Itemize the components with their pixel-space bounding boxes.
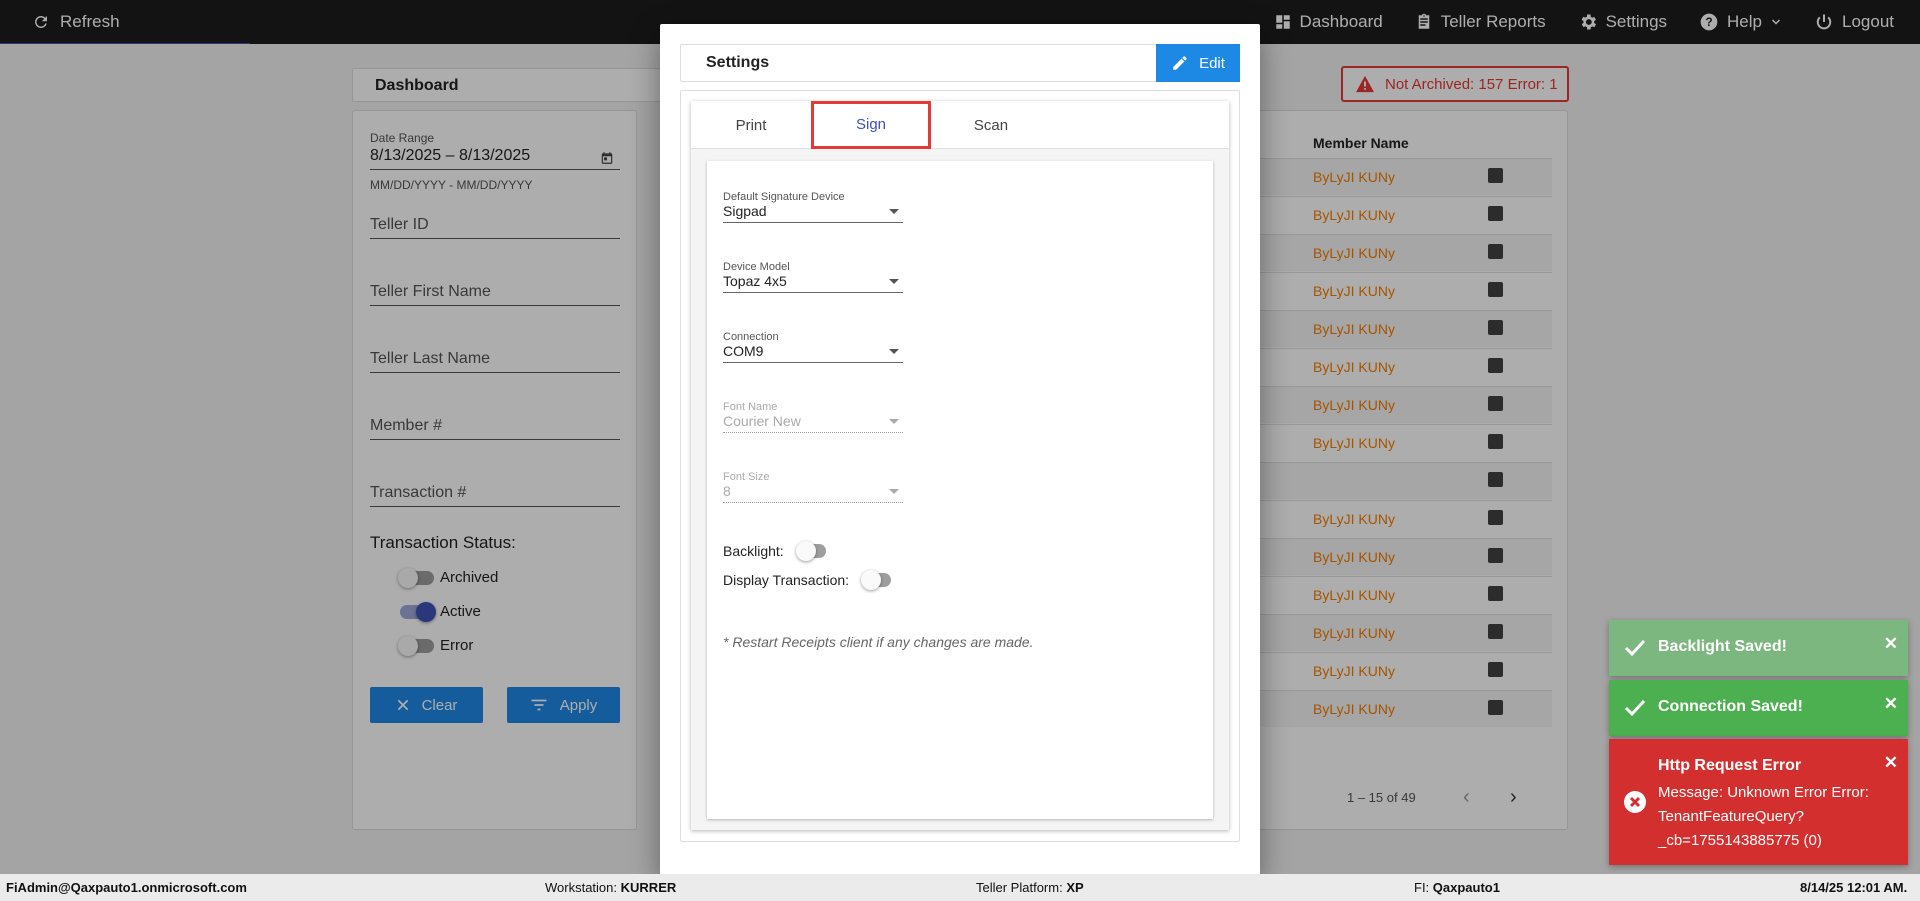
modal-title: Settings	[706, 54, 770, 71]
user-email: FiAdmin@Qaxpauto1.onmicrosoft.com	[6, 880, 247, 895]
close-icon[interactable]: ✕	[1884, 694, 1898, 714]
platform-value: XP	[1066, 880, 1084, 895]
tab-sign[interactable]: Sign	[811, 101, 931, 149]
edit-label: Edit	[1199, 54, 1225, 72]
tab-scan[interactable]: Scan	[931, 101, 1051, 149]
datetime: 8/14/25 12:01 AM.	[1800, 880, 1908, 895]
font-size-select: Font Size 8	[723, 471, 903, 503]
workstation-value: KURRER	[620, 880, 677, 895]
display-transaction-label: Display Transaction:	[723, 572, 850, 588]
toast-backlight-saved[interactable]: Backlight Saved! ✕	[1609, 620, 1908, 676]
display-transaction-toggle[interactable]	[861, 570, 892, 590]
error-icon	[1623, 790, 1647, 819]
backlight-label: Backlight:	[723, 543, 784, 559]
pencil-icon	[1171, 54, 1189, 72]
close-icon[interactable]: ✕	[1884, 753, 1898, 773]
settings-modal: Settings Edit Print Sign Scan Default Si…	[660, 24, 1260, 877]
tab-print[interactable]: Print	[691, 101, 811, 149]
select-value: Courier New	[723, 413, 903, 433]
sign-settings-form: Default Signature Device Sigpad Device M…	[707, 161, 1213, 819]
modal-header: Settings Edit	[680, 44, 1240, 82]
device-model-select[interactable]: Device Model Topaz 4x5	[723, 261, 903, 293]
status-bar: FiAdmin@Qaxpauto1.onmicrosoft.com Workst…	[0, 874, 1920, 901]
select-value[interactable]: Topaz 4x5	[723, 273, 903, 293]
select-label: Device Model	[723, 261, 790, 273]
backlight-switch-row[interactable]: Backlight:	[723, 541, 826, 561]
check-icon	[1623, 636, 1647, 665]
select-value[interactable]: Sigpad	[723, 203, 903, 223]
select-value[interactable]: COM9	[723, 343, 903, 363]
connection-select[interactable]: Connection COM9	[723, 331, 903, 363]
select-label: Font Size	[723, 471, 770, 483]
check-icon	[1623, 696, 1647, 725]
font-name-select: Font Name Courier New	[723, 401, 903, 433]
toast-message: Message: Unknown Error Error: TenantFeat…	[1658, 784, 1869, 849]
backlight-toggle[interactable]	[795, 541, 826, 561]
settings-tabs-card: Print Sign Scan Default Signature Device…	[691, 101, 1229, 830]
fi-info: FI: Qaxpauto1	[1414, 880, 1500, 895]
select-label: Font Name	[723, 401, 778, 413]
default-signature-device-select[interactable]: Default Signature Device Sigpad	[723, 191, 903, 223]
edit-button[interactable]: Edit	[1156, 44, 1240, 82]
platform-info: Teller Platform: XP	[976, 880, 1084, 895]
select-label: Default Signature Device	[723, 191, 845, 203]
select-value: 8	[723, 483, 903, 503]
toast-title: Connection Saved!	[1658, 698, 1803, 715]
tab-bar: Print Sign Scan	[691, 101, 1229, 149]
close-icon[interactable]: ✕	[1884, 634, 1898, 654]
fi-value: Qaxpauto1	[1432, 880, 1500, 895]
platform-label: Teller Platform:	[976, 880, 1063, 895]
workstation-label: Workstation:	[545, 880, 618, 895]
select-label: Connection	[723, 331, 779, 343]
toast-connection-saved[interactable]: Connection Saved! ✕	[1609, 680, 1908, 736]
restart-note: * Restart Receipts client if any changes…	[723, 634, 1034, 650]
toast-http-error[interactable]: Http Request Error ✕ Message: Unknown Er…	[1609, 739, 1908, 865]
fi-label: FI:	[1414, 880, 1430, 895]
display-transaction-switch-row[interactable]: Display Transaction:	[723, 570, 892, 590]
toast-title: Backlight Saved!	[1658, 638, 1787, 655]
workstation-info: Workstation: KURRER	[545, 880, 676, 895]
toast-title: Http Request Error	[1658, 757, 1802, 774]
modal-body: Print Sign Scan Default Signature Device…	[680, 90, 1240, 842]
